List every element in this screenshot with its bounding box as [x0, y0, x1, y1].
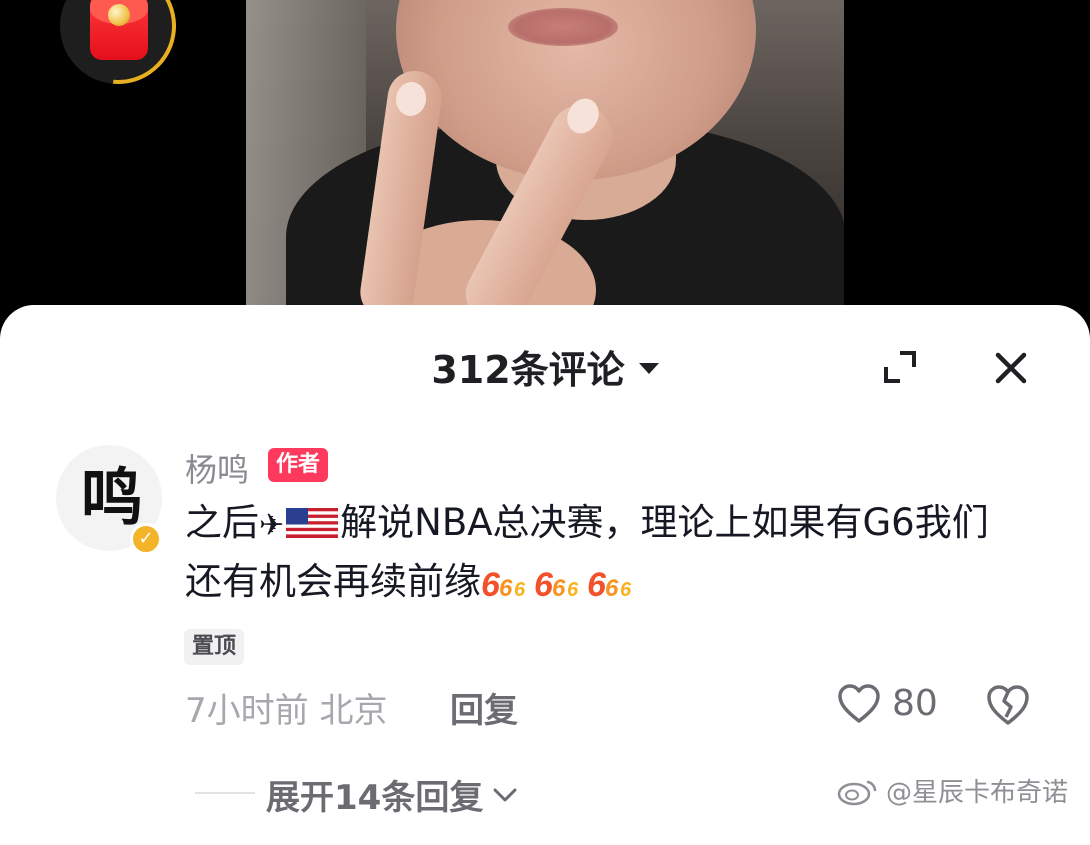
comment-text-part1: 之后: [185, 501, 259, 544]
svg-text:6: 6: [499, 575, 513, 600]
svg-text:6: 6: [552, 575, 566, 600]
svg-text:6: 6: [587, 566, 607, 600]
expand-fullscreen-icon[interactable]: [880, 347, 920, 387]
weibo-watermark: @星辰卡布奇诺: [836, 772, 1068, 809]
comments-panel: 312条评论 鸣 ✓ 杨鸣 作者 之后✈ 解说NBA总决赛，理论上如果有G6我们…: [0, 305, 1090, 845]
reply-divider: [195, 792, 255, 794]
svg-text:6: 6: [605, 575, 619, 600]
red-envelope-coin: [108, 4, 130, 26]
watermark-text: @星辰卡布奇诺: [886, 778, 1069, 808]
svg-text:6: 6: [534, 566, 554, 600]
us-flag-emoji-icon: [286, 508, 339, 538]
comment-count-title: 312条评论: [431, 348, 625, 392]
svg-text:6: 6: [620, 579, 632, 600]
comment-sort-dropdown[interactable]: 312条评论: [431, 339, 659, 394]
666-emoji-icon: 6 6 6: [587, 566, 632, 600]
heart-icon[interactable]: [836, 683, 882, 725]
red-envelope-icon: [90, 0, 148, 60]
verified-badge-icon: ✓: [130, 523, 162, 555]
comment-username[interactable]: 杨鸣: [185, 445, 249, 491]
caret-down-icon: [638, 363, 659, 374]
close-icon[interactable]: [990, 347, 1032, 389]
comment-time-location: 7小时前 北京: [185, 691, 388, 731]
comment-body: 之后✈ 解说NBA总决赛，理论上如果有G6我们还有机会再续前缘 6 6 6 6 …: [185, 495, 1025, 610]
reply-button[interactable]: 回复: [450, 683, 518, 732]
broken-heart-icon[interactable]: [985, 683, 1031, 727]
expand-replies-label: 展开14条回复: [266, 778, 484, 818]
comments-header: 312条评论: [0, 339, 1090, 394]
video-player[interactable]: [246, 0, 844, 320]
svg-text:6: 6: [514, 579, 526, 600]
chevron-down-icon: [493, 788, 517, 801]
red-envelope-button[interactable]: [36, 0, 200, 108]
video-person-lips: [508, 8, 618, 46]
expand-replies-button[interactable]: 展开14条回复: [266, 770, 517, 819]
666-emoji-icon: 6 6 6: [534, 566, 579, 600]
666-emoji-icon: 6 6 6: [481, 566, 526, 600]
weibo-logo-icon: [837, 780, 877, 805]
svg-text:6: 6: [567, 579, 579, 600]
airplane-emoji-icon: ✈: [259, 508, 285, 543]
svg-text:6: 6: [481, 566, 501, 600]
author-badge: 作者: [268, 448, 329, 482]
like-count: 80: [892, 683, 938, 724]
pinned-tag: 置顶: [184, 629, 245, 665]
